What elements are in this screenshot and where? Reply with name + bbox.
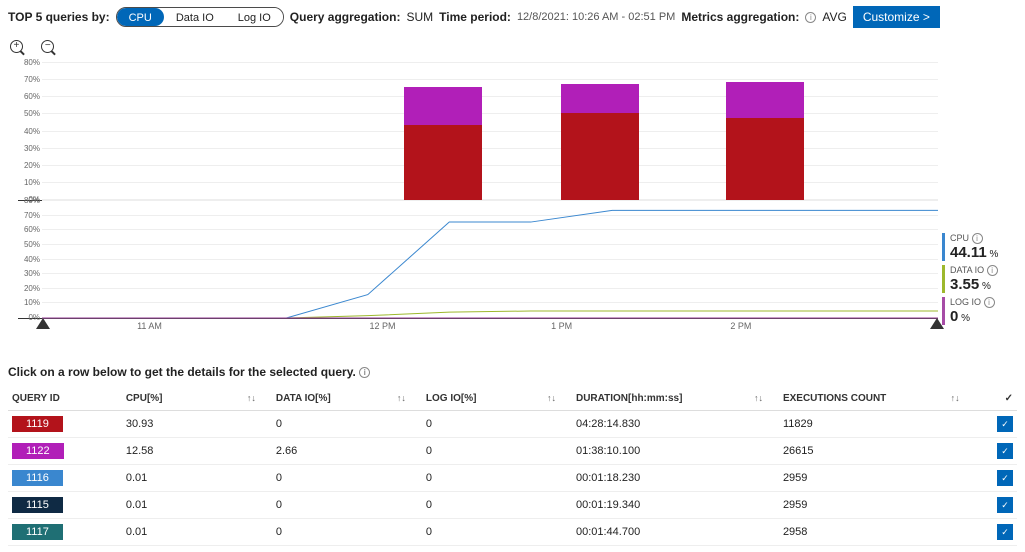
- time-period-label: Time period:: [439, 10, 511, 24]
- query-agg-value: SUM: [406, 10, 433, 24]
- info-icon[interactable]: i: [984, 297, 995, 308]
- zoom-row: + −: [10, 40, 1017, 59]
- row-toggle-checkbox[interactable]: ✓: [997, 416, 1013, 432]
- table-row[interactable]: 11150.010000:01:19.3402959✓: [8, 492, 1017, 519]
- col-header[interactable]: ✓: [976, 387, 1017, 411]
- sort-icon[interactable]: ↑↓: [247, 393, 256, 403]
- sort-icon[interactable]: ↑↓: [397, 393, 406, 403]
- col-header[interactable]: CPU[%]↑↓: [122, 387, 272, 411]
- line-chart: 0%10%20%30%40%50%60%70%80%: [18, 201, 938, 319]
- legend-row: LOG IO i0 %: [942, 297, 1025, 325]
- table-row[interactable]: 11170.010000:01:44.7002958✓: [8, 519, 1017, 546]
- info-icon[interactable]: i: [359, 367, 370, 378]
- col-header[interactable]: LOG IO[%]↑↓: [422, 387, 572, 411]
- horizontal-scrollbar[interactable]: [8, 341, 1017, 355]
- x-axis: 11 AM 12 PM 1 PM 2 PM: [42, 319, 938, 335]
- zoom-out-icon[interactable]: −: [41, 40, 57, 56]
- sort-icon[interactable]: ↑↓: [951, 393, 960, 403]
- row-toggle-checkbox[interactable]: ✓: [997, 524, 1013, 540]
- table-body: 111930.930004:28:14.83011829✓112212.582.…: [8, 411, 1017, 546]
- zoom-in-icon[interactable]: +: [10, 40, 26, 56]
- info-icon[interactable]: i: [805, 12, 816, 23]
- queries-table: QUERY IDCPU[%]↑↓DATA IO[%]↑↓LOG IO[%]↑↓D…: [8, 387, 1017, 546]
- top-filter-bar: TOP 5 queries by: CPU Data IO Log IO Que…: [8, 6, 1017, 28]
- metrics-agg-label: Metrics aggregation:: [681, 10, 799, 24]
- top5-pill-group: CPU Data IO Log IO: [116, 7, 284, 27]
- info-icon[interactable]: i: [972, 233, 983, 244]
- bar-chart: 0%10%20%30%40%50%60%70%80%: [18, 63, 938, 201]
- query-agg-label: Query aggregation:: [290, 10, 401, 24]
- charts-region: 0%10%20%30%40%50%60%70%80% 0%10%20%30%40…: [18, 63, 938, 335]
- legend-row: CPU i44.11 %: [942, 233, 1025, 261]
- pill-logio[interactable]: Log IO: [226, 8, 283, 26]
- sort-icon[interactable]: ↑↓: [754, 393, 763, 403]
- col-header[interactable]: DATA IO[%]↑↓: [272, 387, 422, 411]
- table-hint-row: Click on a row below to get the details …: [8, 365, 1017, 379]
- table-hint-text: Click on a row below to get the details …: [8, 365, 356, 379]
- row-toggle-checkbox[interactable]: ✓: [997, 470, 1013, 486]
- table-row[interactable]: 111930.930004:28:14.83011829✓: [8, 411, 1017, 438]
- sort-icon[interactable]: ↑↓: [547, 393, 556, 403]
- top5-label: TOP 5 queries by:: [8, 10, 110, 24]
- legend: CPU i44.11 % DATA IO i3.55 % LOG IO i0 %: [942, 233, 1025, 329]
- bar[interactable]: [404, 87, 482, 200]
- table-header-row: QUERY IDCPU[%]↑↓DATA IO[%]↑↓LOG IO[%]↑↓D…: [8, 387, 1017, 411]
- query-id-badge: 1117: [12, 524, 63, 540]
- line-cpu: [42, 210, 938, 318]
- x-tick: 1 PM: [551, 321, 572, 331]
- pill-cpu[interactable]: CPU: [117, 8, 164, 26]
- metrics-agg-value: AVG: [822, 10, 846, 24]
- info-icon[interactable]: i: [987, 265, 998, 276]
- col-header[interactable]: DURATION[hh:mm:ss]↑↓: [572, 387, 779, 411]
- col-header[interactable]: EXECUTIONS COUNT↑↓: [779, 387, 976, 411]
- table-row[interactable]: 11160.010000:01:18.2302959✓: [8, 465, 1017, 492]
- legend-row: DATA IO i3.55 %: [942, 265, 1025, 293]
- row-toggle-checkbox[interactable]: ✓: [997, 443, 1013, 459]
- col-header[interactable]: QUERY ID: [8, 387, 122, 411]
- query-id-badge: 1119: [12, 416, 63, 432]
- bar[interactable]: [726, 82, 804, 200]
- line-dataio: [42, 311, 938, 318]
- query-id-badge: 1116: [12, 470, 63, 486]
- query-id-badge: 1122: [12, 443, 64, 459]
- pill-dataio[interactable]: Data IO: [164, 8, 226, 26]
- x-tick: 11 AM: [137, 321, 162, 331]
- table-row[interactable]: 112212.582.66001:38:10.10026615✓: [8, 438, 1017, 465]
- x-tick: 12 PM: [369, 321, 395, 331]
- customize-button[interactable]: Customize >: [853, 6, 940, 28]
- row-toggle-checkbox[interactable]: ✓: [997, 497, 1013, 513]
- bar[interactable]: [561, 84, 639, 200]
- x-tick: 2 PM: [730, 321, 751, 331]
- query-id-badge: 1115: [12, 497, 63, 513]
- time-period-value: 12/8/2021: 10:26 AM - 02:51 PM: [517, 11, 675, 23]
